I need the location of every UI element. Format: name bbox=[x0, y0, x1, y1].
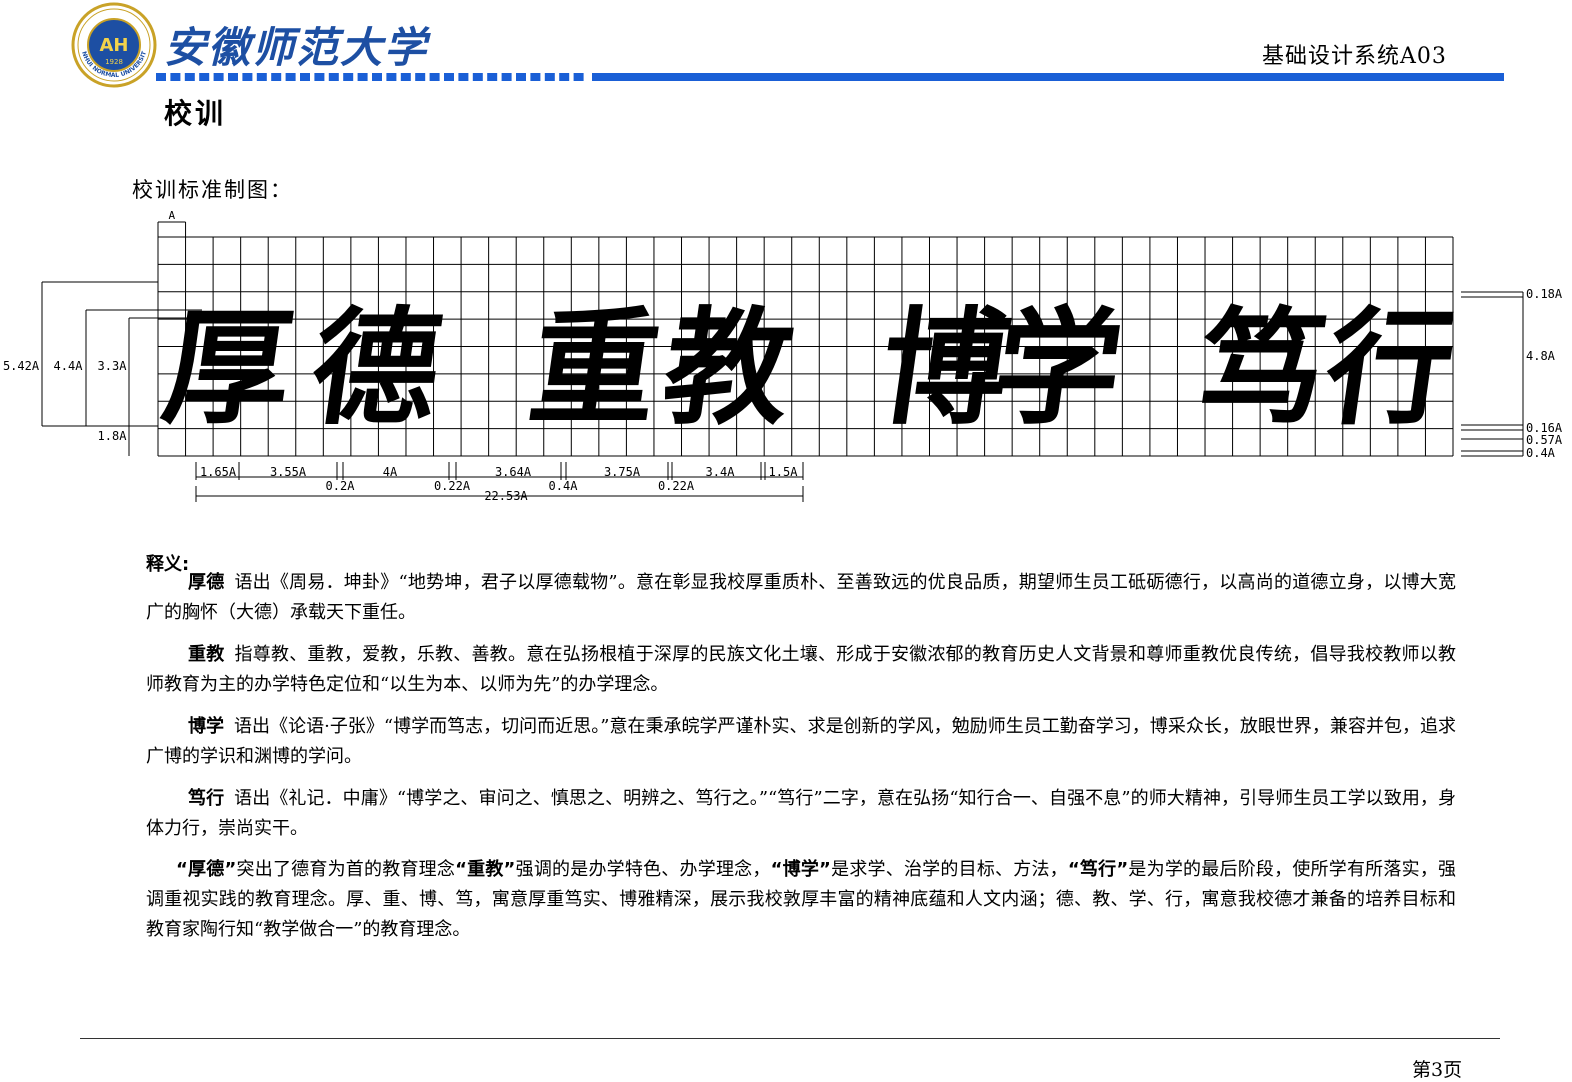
band-dash bbox=[458, 73, 469, 81]
gap-dim-label: 0.22A bbox=[434, 479, 471, 493]
band-dash bbox=[372, 73, 382, 81]
band-dash bbox=[343, 73, 354, 81]
gap-dim-label: 0.2A bbox=[326, 479, 356, 493]
bottom-dim-label: 3.4A bbox=[706, 465, 736, 479]
calligraphy-character: 笃 bbox=[1189, 295, 1336, 442]
explanation-text: 指尊教、重教，爱教，乐教、善教。意在弘扬根植于深厚的民族文化土壤、形成于安徽浓郁… bbox=[146, 644, 1457, 695]
right-dim-label: 0.57A bbox=[1526, 433, 1563, 447]
band-dash bbox=[386, 73, 397, 81]
band-dash bbox=[170, 73, 181, 81]
footer-rule bbox=[80, 1038, 1500, 1039]
summary-keyword: “重教” bbox=[455, 859, 516, 880]
summary-paragraph: “厚德”突出了德育为首的教育理念“重教”强调的是办学特色、办学理念，“博学”是求… bbox=[146, 855, 1456, 945]
bottom-dim-label: 3.55A bbox=[270, 465, 307, 479]
explanation-paragraph: 重教 指尊教、重教，爱教，乐教、善教。意在弘扬根植于深厚的民族文化土壤、形成于安徽… bbox=[146, 640, 1456, 700]
explanation-term: 笃行 bbox=[188, 788, 225, 809]
header-band bbox=[156, 73, 1504, 81]
bottom-dim-label: 1.65A bbox=[200, 465, 237, 479]
left-dim-label: 5.42A bbox=[3, 359, 40, 373]
summary-keyword: “博学” bbox=[770, 859, 831, 880]
band-dash bbox=[501, 73, 512, 81]
band-dash bbox=[256, 73, 267, 81]
band-dash bbox=[271, 73, 282, 81]
band-dash bbox=[487, 73, 498, 81]
summary-keyword: “厚德” bbox=[176, 859, 237, 880]
explanation-text: 语出《论语·子张》“博学而笃志，切问而近思。”意在秉承皖学严谨朴实、求是创新的学… bbox=[146, 716, 1457, 767]
band-dash bbox=[285, 73, 296, 81]
unit-label: A bbox=[168, 209, 175, 222]
section-title: 校训 bbox=[164, 97, 227, 130]
explanation-paragraph: 笃行 语出《礼记．中庸》“博学之、审问之、慎思之、明辨之、笃行之。”“笃行”二字，… bbox=[146, 784, 1456, 844]
band-dash bbox=[400, 73, 411, 81]
explanation-paragraph: 厚德 语出《周易．坤卦》“地势坤，君子以厚德载物”。意在彰显我校厚重质朴、至善致远… bbox=[146, 568, 1456, 628]
band-dash bbox=[228, 73, 238, 81]
band-dash bbox=[429, 73, 440, 81]
gap-dim-label: 0.22A bbox=[658, 479, 695, 493]
motto-grid-figure: A厚德重教 博学 笃行5.42A 4.4A 3.3A1.8A0.18A4.8A0.16A… bbox=[3, 209, 1563, 503]
logo-center-text: AH bbox=[100, 35, 129, 56]
band-solid bbox=[592, 73, 1504, 81]
calligraphy-character: 行 bbox=[1317, 295, 1464, 442]
calligraphy-character: 学 bbox=[985, 295, 1132, 442]
right-dim-label: 0.4A bbox=[1526, 446, 1556, 460]
band-dash bbox=[516, 73, 526, 81]
explanation-text: 语出《礼记．中庸》“博学之、审问之、慎思之、明辨之、笃行之。”“笃行”二字，意在… bbox=[146, 788, 1456, 839]
summary-text: 强调的是办学特色、办学理念， bbox=[515, 859, 771, 880]
band-dash bbox=[300, 73, 310, 81]
band-dash bbox=[544, 73, 555, 81]
explanation-text: 语出《周易．坤卦》“地势坤，君子以厚德载物”。意在彰显我校厚重质朴、至善致远的优… bbox=[146, 572, 1456, 623]
calligraphy-character: 重 bbox=[522, 295, 669, 442]
right-dim-label: 0.18A bbox=[1526, 287, 1563, 301]
band-dash bbox=[357, 73, 368, 81]
bottom-dim-label: 3.64A bbox=[495, 465, 532, 479]
explanation-term: 博学 bbox=[188, 716, 225, 737]
document-code: 基础设计系统A03 bbox=[1262, 44, 1447, 69]
summary-keyword: “笃行” bbox=[1067, 859, 1129, 880]
band-dash bbox=[530, 73, 541, 81]
explanation-paragraph: 博学 语出《论语·子张》“博学而笃志，切问而近思。”意在秉承皖学严谨朴实、求是创新… bbox=[146, 712, 1456, 772]
right-dim-label: 4.8A bbox=[1526, 349, 1556, 363]
university-logo: AH 1928 ANHUI NORMAL UNIVERSITY bbox=[70, 2, 157, 88]
band-dash bbox=[444, 73, 454, 81]
band-dash bbox=[415, 73, 426, 81]
band-dash bbox=[573, 73, 584, 81]
calligraphy-character: 德 bbox=[303, 295, 450, 442]
total-dim-label: 22.53A bbox=[484, 489, 528, 503]
explanation-term: 厚德 bbox=[188, 572, 225, 593]
calligraphy-character: 教 bbox=[655, 295, 802, 442]
summary-text: 是求学、治学的目标、方法， bbox=[830, 859, 1068, 880]
logo-year: 1928 bbox=[105, 58, 123, 66]
band-dash bbox=[559, 73, 570, 81]
explanation-term: 重教 bbox=[188, 644, 225, 665]
band-dash bbox=[314, 73, 325, 81]
university-name: 安徽师范大学 bbox=[164, 23, 429, 72]
calligraphy-character: 厚 bbox=[155, 295, 302, 442]
band-dash bbox=[242, 73, 253, 81]
band-dash bbox=[184, 73, 195, 81]
bottom-dim-label: 3.75A bbox=[604, 465, 641, 479]
band-dash bbox=[213, 73, 224, 81]
bottom-dim-label: 4A bbox=[383, 465, 398, 479]
bottom-dim-label: 1.5A bbox=[769, 465, 799, 479]
page-number: 第3页 bbox=[1412, 1059, 1463, 1081]
left-dim-label: 4.4A bbox=[54, 359, 84, 373]
summary-text: 突出了德育为首的教育理念 bbox=[236, 859, 456, 880]
band-dash bbox=[156, 73, 166, 81]
band-dash bbox=[328, 73, 339, 81]
band-dash bbox=[472, 73, 483, 81]
left-dim-label: 3.3A bbox=[98, 359, 128, 373]
band-dash bbox=[199, 73, 210, 81]
gap-dim-label: 0.4A bbox=[549, 479, 579, 493]
left-dim-label: 1.8A bbox=[98, 429, 128, 443]
